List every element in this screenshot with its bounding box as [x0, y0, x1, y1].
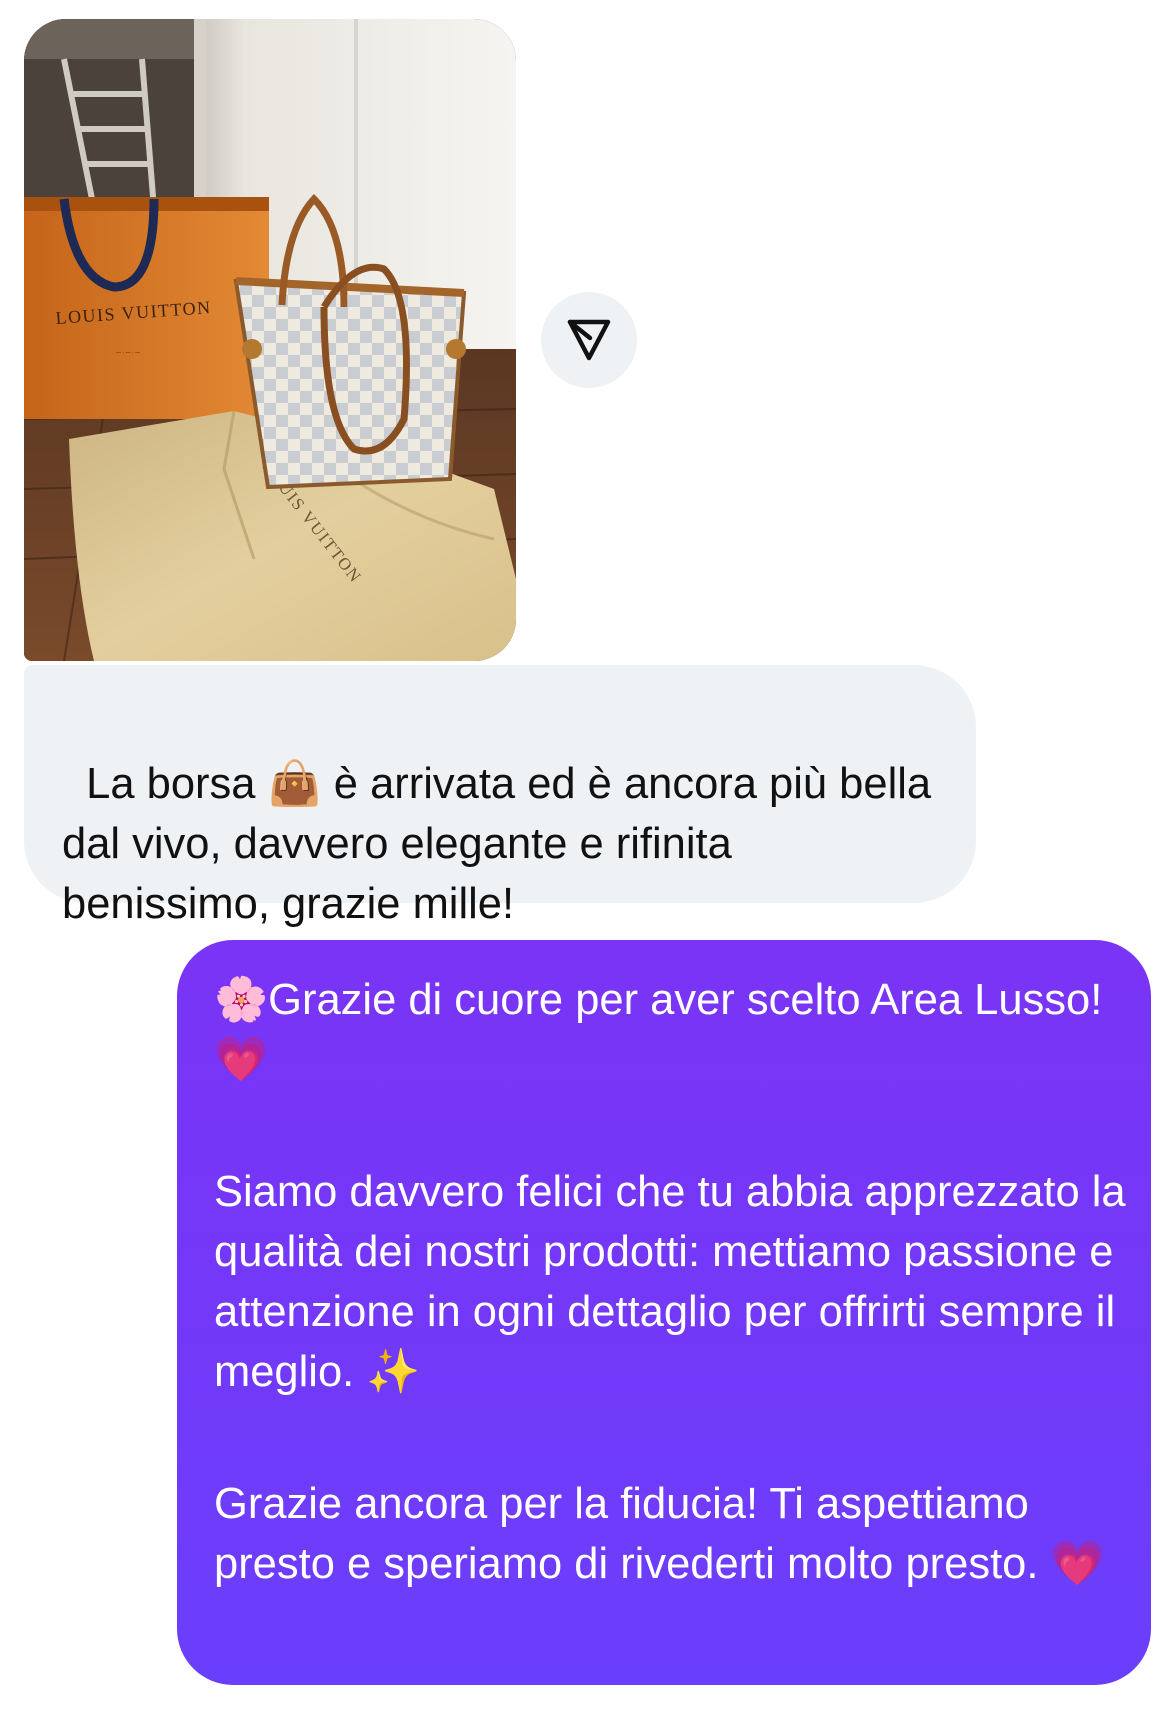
handbag-photo: LOUIS VUITTON — · — · — LOUIS VUITTON [24, 19, 516, 661]
outgoing-message-paragraph: Siamo davvero felici che tu abbia apprez… [214, 1168, 1138, 1396]
send-icon [567, 319, 611, 361]
outgoing-message-paragraph: Grazie ancora per la fiducia! Ti aspetti… [214, 1480, 1105, 1588]
svg-text:— · — · —: — · — · — [116, 350, 140, 356]
incoming-message-text: La borsa 👜 è arrivata ed è ancora più be… [62, 760, 944, 928]
orange-shopping-bag: LOUIS VUITTON — · — · — [24, 197, 269, 419]
incoming-photo-message[interactable]: LOUIS VUITTON — · — · — LOUIS VUITTON [24, 19, 516, 661]
share-button[interactable] [541, 292, 637, 388]
incoming-message-bubble[interactable]: La borsa 👜 è arrivata ed è ancora più be… [24, 665, 976, 928]
outgoing-message-paragraph: 🌸Grazie di cuore per aver scelto Area Lu… [214, 976, 1103, 1084]
outgoing-message-bubble[interactable]: 🌸Grazie di cuore per aver scelto Area Lu… [177, 940, 1151, 1685]
